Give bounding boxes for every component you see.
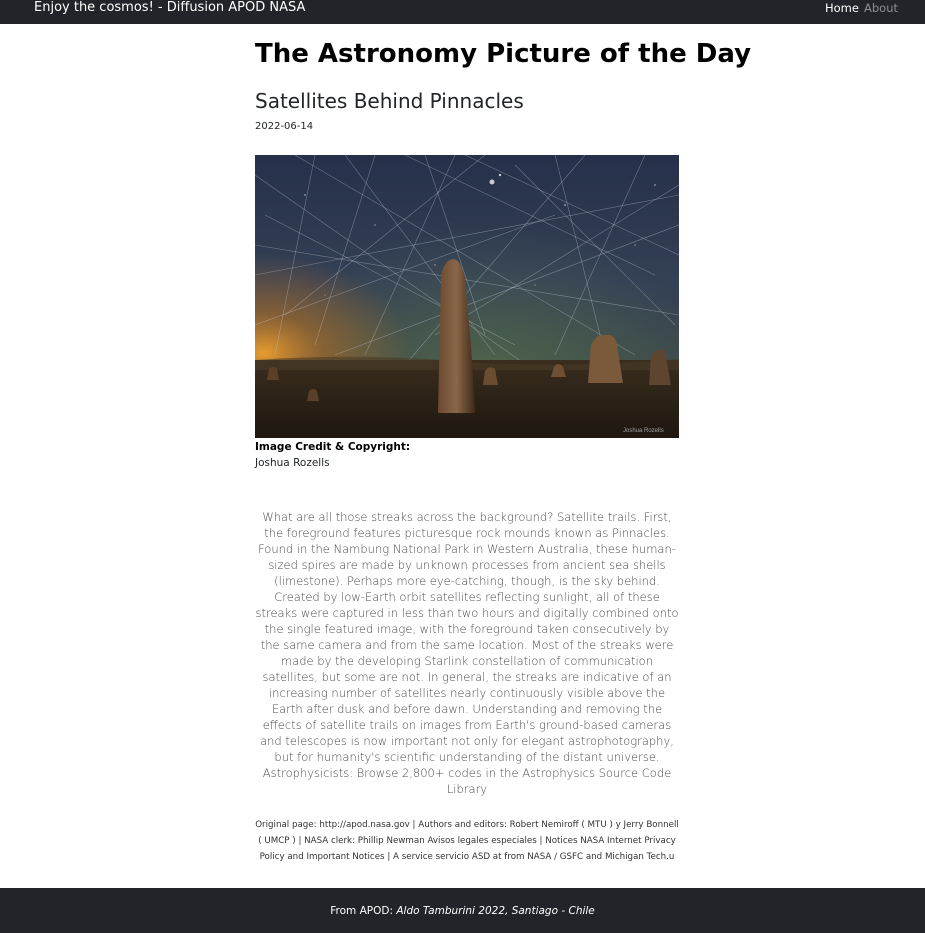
nav-link-home[interactable]: Home: [825, 0, 859, 16]
footer-credit: Aldo Tamburini 2022, Santiago - Chile: [396, 905, 595, 917]
footer-text: From APOD: Aldo Tamburini 2022, Santiago…: [0, 904, 925, 918]
nav-link-about[interactable]: About: [864, 0, 898, 16]
original-page-notice: Original page: http://apod.nasa.gov | Au…: [255, 820, 679, 862]
navbar-brand[interactable]: Enjoy the cosmos! - Diffusion APOD NASA: [34, 0, 305, 16]
footer: From APOD: Aldo Tamburini 2022, Santiago…: [0, 888, 925, 933]
apod-image[interactable]: Joshua Rozells: [255, 155, 679, 438]
credit-name: Joshua Rozells: [255, 457, 330, 469]
page-title: The Astronomy Picture of the Day: [255, 39, 752, 69]
navbar: Enjoy the cosmos! - Diffusion APOD NASA …: [0, 0, 925, 24]
apod-date: 2022-06-14: [255, 121, 314, 132]
apod-explanation: What are all those streaks across the ba…: [255, 510, 679, 796]
image-watermark: Joshua Rozells: [623, 428, 664, 434]
credit-label: Image Credit & Copyright:: [255, 441, 411, 453]
footer-prefix: From APOD:: [330, 905, 393, 917]
apod-title: Satellites Behind Pinnacles: [255, 89, 524, 113]
